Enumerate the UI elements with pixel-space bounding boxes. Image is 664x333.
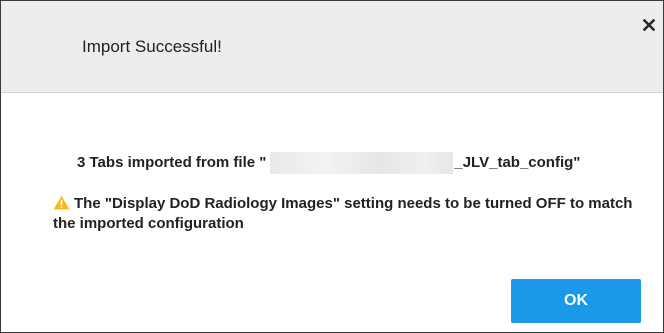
import-message-filename: _JLV_tab_config": [454, 154, 581, 171]
import-message-prefix: 3 Tabs imported from file ": [77, 154, 267, 171]
import-success-dialog: Import Successful! 3 Tabs imported from …: [0, 0, 664, 333]
redacted-filename: [270, 152, 454, 174]
dialog-title: Import Successful!: [82, 37, 222, 56]
close-icon: [643, 19, 655, 31]
close-button[interactable]: [639, 15, 659, 35]
warning-message: The "Display DoD Radiology Images" setti…: [53, 194, 653, 234]
warning-text: The "Display DoD Radiology Images" setti…: [53, 195, 633, 232]
warning-triangle-icon: [53, 195, 70, 210]
import-message: 3 Tabs imported from file " _JLV_tab_con…: [77, 152, 580, 174]
ok-button[interactable]: OK: [511, 279, 641, 323]
dialog-header: Import Successful!: [1, 1, 663, 93]
